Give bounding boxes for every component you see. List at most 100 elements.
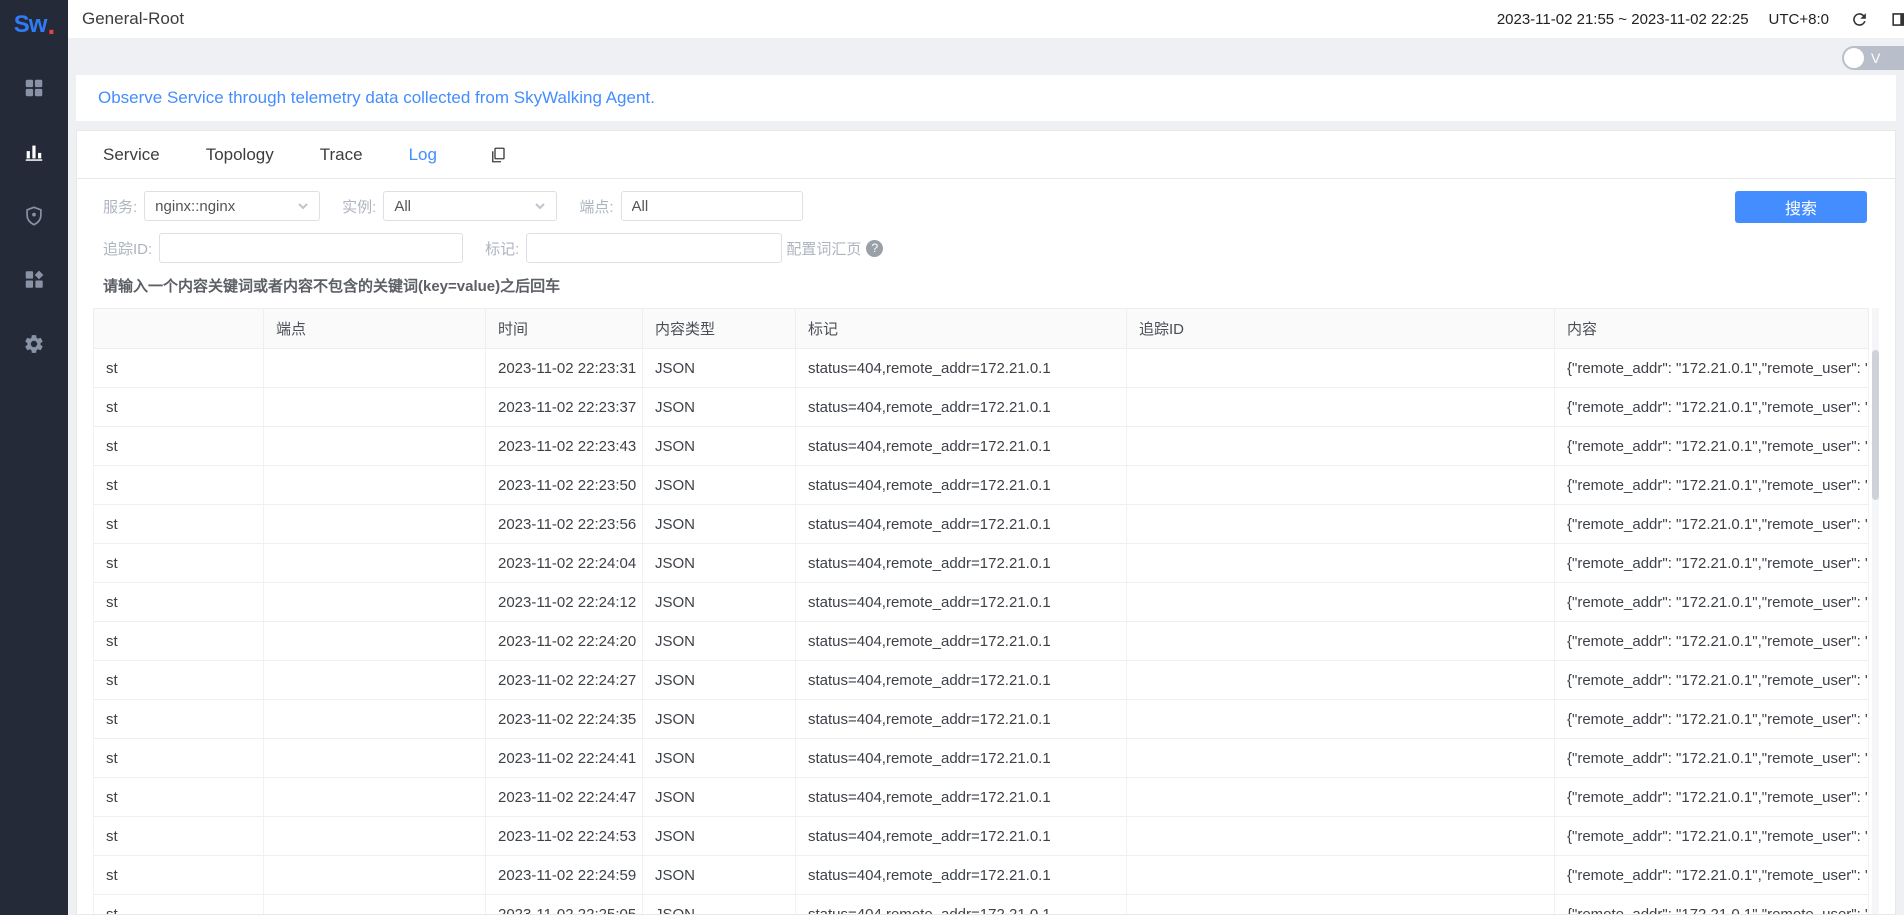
table-row[interactable]: st2023-11-02 22:24:20JSONstatus=404,remo… [94, 622, 1869, 661]
table-cell: JSON [643, 895, 796, 915]
sidebar-item-dashboard[interactable] [22, 76, 46, 100]
tags-label: 标记: [485, 238, 519, 259]
column-header: 标记 [796, 309, 1127, 349]
table-row[interactable]: st2023-11-02 22:23:31JSONstatus=404,remo… [94, 349, 1869, 388]
table-cell [1127, 505, 1555, 544]
table-cell: JSON [643, 544, 796, 583]
chevron-down-icon [297, 200, 309, 212]
table-cell: JSON [643, 349, 796, 388]
log-card: Service Topology Trace Log 服务: nginx::ng… [76, 130, 1896, 915]
table-cell: st [94, 661, 264, 700]
table-cell [1127, 427, 1555, 466]
table-cell: 2023-11-02 22:23:43 [486, 427, 643, 466]
sidebar-item-settings[interactable] [22, 332, 46, 356]
table-cell: {"remote_addr": "172.21.0.1","remote_use… [1555, 661, 1869, 700]
table-row[interactable]: st2023-11-02 22:23:56JSONstatus=404,remo… [94, 505, 1869, 544]
tab-service[interactable]: Service [103, 145, 160, 165]
log-table-wrap: 端点时间内容类型标记追踪ID内容 st2023-11-02 22:23:31JS… [93, 308, 1879, 914]
table-cell [1127, 817, 1555, 856]
bar-chart-icon [23, 141, 45, 163]
table-row[interactable]: st2023-11-02 22:23:43JSONstatus=404,remo… [94, 427, 1869, 466]
tab-topology[interactable]: Topology [206, 145, 274, 165]
timezone-label[interactable]: UTC+8:0 [1769, 11, 1829, 28]
table-row[interactable]: st2023-11-02 22:23:50JSONstatus=404,remo… [94, 466, 1869, 505]
table-cell: JSON [643, 817, 796, 856]
table-cell [1127, 466, 1555, 505]
dashboard-icon [23, 77, 45, 99]
table-row[interactable]: st2023-11-02 22:24:41JSONstatus=404,remo… [94, 739, 1869, 778]
table-scrollbar[interactable] [1872, 308, 1879, 914]
table-row[interactable]: st2023-11-02 22:25:05JSONstatus=404,remo… [94, 895, 1869, 915]
logo-dot: . [47, 20, 54, 30]
table-cell: 2023-11-02 22:23:31 [486, 349, 643, 388]
search-button[interactable]: 搜索 [1735, 191, 1867, 223]
skywalking-logo[interactable]: Sw. [14, 4, 54, 46]
column-header: 端点 [264, 309, 486, 349]
table-row[interactable]: st2023-11-02 22:24:53JSONstatus=404,remo… [94, 817, 1869, 856]
table-cell: status=404,remote_addr=172.21.0.1 [796, 583, 1127, 622]
sidebar-item-security[interactable] [22, 204, 46, 228]
table-row[interactable]: st2023-11-02 22:23:37JSONstatus=404,remo… [94, 388, 1869, 427]
sidebar-item-metrics[interactable] [22, 140, 46, 164]
scrollbar-thumb[interactable] [1872, 350, 1879, 500]
table-cell [264, 895, 486, 915]
trace-id-input[interactable] [159, 233, 463, 263]
table-cell: {"remote_addr": "172.21.0.1","remote_use… [1555, 388, 1869, 427]
table-row[interactable]: st2023-11-02 22:24:12JSONstatus=404,remo… [94, 583, 1869, 622]
table-cell [264, 622, 486, 661]
table-cell: {"remote_addr": "172.21.0.1","remote_use… [1555, 739, 1869, 778]
tags-input[interactable] [526, 233, 782, 263]
table-row[interactable]: st2023-11-02 22:24:27JSONstatus=404,remo… [94, 661, 1869, 700]
help-icon[interactable]: ? [866, 240, 883, 257]
table-cell: status=404,remote_addr=172.21.0.1 [796, 544, 1127, 583]
table-cell: {"remote_addr": "172.21.0.1","remote_use… [1555, 505, 1869, 544]
shield-icon [23, 205, 45, 227]
table-cell [264, 349, 486, 388]
table-cell [1127, 349, 1555, 388]
copy-icon [489, 146, 507, 164]
table-cell: 2023-11-02 22:23:37 [486, 388, 643, 427]
sidebar-item-components[interactable] [22, 268, 46, 292]
version-toggle[interactable]: V [1842, 46, 1904, 70]
refresh-button[interactable] [1849, 9, 1869, 29]
table-cell: {"remote_addr": "172.21.0.1","remote_use… [1555, 427, 1869, 466]
table-cell: JSON [643, 700, 796, 739]
table-cell [264, 661, 486, 700]
table-cell: st [94, 856, 264, 895]
table-cell: st [94, 622, 264, 661]
table-cell [264, 466, 486, 505]
log-table-header-row: 端点时间内容类型标记追踪ID内容 [94, 309, 1869, 349]
table-cell: JSON [643, 466, 796, 505]
instance-select-value: All [394, 198, 411, 215]
table-cell: JSON [643, 505, 796, 544]
table-row[interactable]: st2023-11-02 22:24:59JSONstatus=404,remo… [94, 856, 1869, 895]
table-cell [1127, 778, 1555, 817]
table-row[interactable]: st2023-11-02 22:24:35JSONstatus=404,remo… [94, 700, 1869, 739]
table-cell: {"remote_addr": "172.21.0.1","remote_use… [1555, 583, 1869, 622]
table-row[interactable]: st2023-11-02 22:24:04JSONstatus=404,remo… [94, 544, 1869, 583]
table-cell [264, 778, 486, 817]
service-select[interactable]: nginx::nginx [144, 191, 320, 221]
table-row[interactable]: st2023-11-02 22:24:47JSONstatus=404,remo… [94, 778, 1869, 817]
main-area: General-Root 2023-11-02 21:55 ~ 2023-11-… [68, 0, 1904, 915]
tab-trace[interactable]: Trace [320, 145, 363, 165]
table-cell: JSON [643, 388, 796, 427]
service-select-value: nginx::nginx [155, 198, 235, 215]
table-cell: JSON [643, 661, 796, 700]
copy-link-button[interactable] [489, 146, 507, 164]
table-cell: st [94, 700, 264, 739]
table-cell: status=404,remote_addr=172.21.0.1 [796, 817, 1127, 856]
table-cell: 2023-11-02 22:24:47 [486, 778, 643, 817]
layout-toggle-button[interactable] [1889, 9, 1904, 29]
table-cell: {"remote_addr": "172.21.0.1","remote_use… [1555, 622, 1869, 661]
config-vocabulary-link[interactable]: 配置词汇页 [786, 238, 861, 259]
table-cell: status=404,remote_addr=172.21.0.1 [796, 622, 1127, 661]
table-cell: st [94, 583, 264, 622]
widgets-icon [23, 269, 45, 291]
endpoint-input[interactable] [621, 191, 803, 221]
tab-log[interactable]: Log [409, 145, 437, 165]
logo-text: Sw [14, 11, 47, 39]
table-cell [1127, 856, 1555, 895]
instance-select[interactable]: All [383, 191, 557, 221]
time-range[interactable]: 2023-11-02 21:55 ~ 2023-11-02 22:25 [1497, 11, 1749, 28]
